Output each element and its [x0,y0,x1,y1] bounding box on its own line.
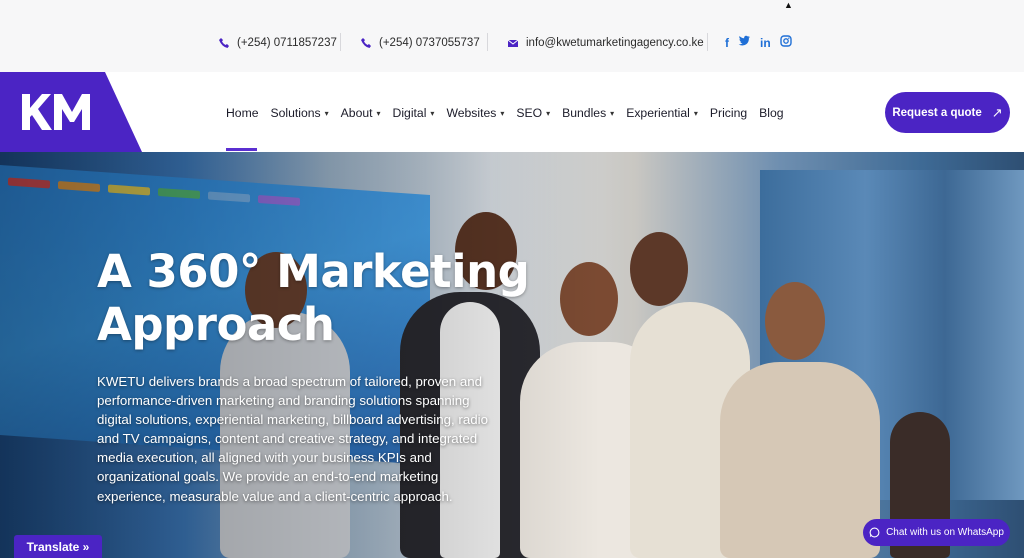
hero-title: A 360° Marketing Approach [97,245,530,351]
phone-1-text: (+254) 0711857237 [237,37,337,49]
nav-label: SEO [516,106,543,120]
divider [707,33,708,51]
facebook-icon[interactable]: f [725,36,729,50]
phone-icon [361,38,371,48]
nav-label: Experiential [626,106,690,120]
chevron-down-icon: ▾ [500,108,505,118]
nav-label: Home [226,106,259,120]
chevron-down-icon: ▾ [430,108,435,118]
whatsapp-chat-button[interactable]: Chat with us on WhatsApp [863,519,1010,546]
mouse-cursor-icon: ▲ [784,0,793,10]
nav-experiential[interactable]: Experiential ▾ [626,106,698,120]
nav-label: Pricing [709,106,748,120]
nav-solutions[interactable]: Solutions ▾ [271,106,329,120]
nav-label: Digital [392,106,427,120]
instagram-icon[interactable] [779,35,792,50]
email-link[interactable]: info@kwetumarketingagency.co.ke [507,35,704,51]
mail-icon [507,39,519,47]
social-links: f in [725,35,792,50]
phone-2[interactable]: (+254) 0737055737 [360,35,480,51]
brand-logo[interactable]: KM [0,72,142,152]
nav-about[interactable]: About ▾ [341,106,381,120]
nav-pricing[interactable]: Pricing [710,106,747,120]
twitter-icon[interactable] [738,35,751,50]
whatsapp-label: Chat with us on WhatsApp [886,527,1004,538]
phone-icon [219,38,229,48]
nav-home[interactable]: Home [226,106,259,151]
arrow-up-right-icon: ↗ [991,104,1003,120]
nav-blog[interactable]: Blog [759,106,783,120]
nav-label: Solutions [270,106,321,120]
nav-websites[interactable]: Websites ▾ [446,106,504,120]
chevron-down-icon: ▾ [324,108,329,118]
request-quote-label: Request a quote [892,106,982,119]
divider [340,33,341,51]
linkedin-icon[interactable]: in [760,36,771,50]
phone-2-text: (+254) 0737055737 [379,37,480,49]
translate-button[interactable]: Translate » [14,535,102,558]
main-nav: Home Solutions ▾ About ▾ Digital ▾ Websites… [226,106,796,151]
nav-label: Bundles [562,106,607,120]
phone-1[interactable]: (+254) 0711857237 [218,35,337,51]
chevron-down-icon: ▾ [610,108,615,118]
email-text: info@kwetumarketingagency.co.ke [526,37,704,49]
chevron-down-icon: ▾ [693,108,698,118]
request-quote-button[interactable]: Request a quote ↗ [885,92,1010,133]
nav-label: Blog [759,106,784,120]
chevron-down-icon: ▾ [376,108,381,118]
nav-seo[interactable]: SEO ▾ [516,106,550,120]
chevron-down-icon: ▾ [546,108,551,118]
divider [487,33,488,51]
nav-label: Websites [446,106,497,120]
active-indicator [226,148,257,151]
nav-digital[interactable]: Digital ▾ [393,106,435,120]
nav-bundles[interactable]: Bundles ▾ [562,106,614,120]
whatsapp-icon [869,527,880,538]
nav-label: About [340,106,373,120]
hero-description: KWETU delivers brands a broad spectrum o… [97,374,488,504]
